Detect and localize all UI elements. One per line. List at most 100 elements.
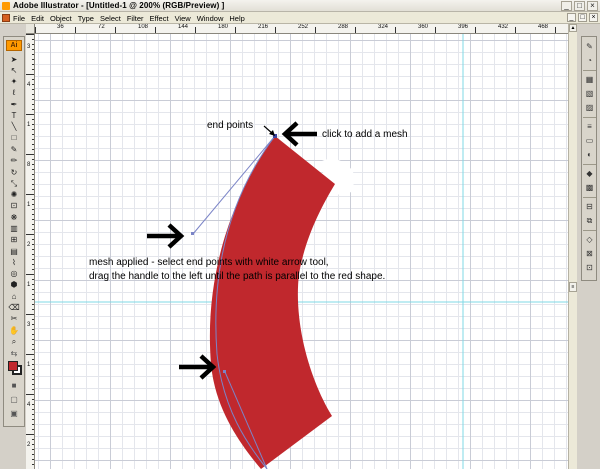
menu-items: File Edit Object Type Select Filter Effe…: [13, 14, 245, 23]
menu-edit[interactable]: Edit: [31, 14, 44, 23]
stroke-panel-icon[interactable]: ≡: [583, 121, 596, 133]
gradient-panel-icon[interactable]: ▭: [583, 135, 596, 147]
doc-close-button[interactable]: ×: [589, 13, 598, 22]
arrow-right-icon: [147, 223, 185, 249]
blend-tool-icon[interactable]: ◎: [6, 269, 22, 279]
panel-dock: ✎ ◔ ▦ ▧ ▨ ≡ ▭ ◐ ◆ ▩ ⊟ ⧉ ◇ ⊠ ⊡: [581, 36, 597, 281]
menu-filter[interactable]: Filter: [127, 14, 144, 23]
menu-window[interactable]: Window: [197, 14, 224, 23]
annotation-end-points: end points: [207, 120, 254, 131]
magic-wand-tool-icon[interactable]: ✦: [6, 77, 22, 87]
full-screen-mode-icon[interactable]: ▣: [6, 409, 22, 419]
artboard-canvas[interactable]: end points click to add a mesh mesh appl…: [35, 34, 568, 469]
mesh-tool-icon[interactable]: ⊞: [6, 235, 22, 245]
ruler-origin[interactable]: [26, 24, 35, 34]
scale-tool-icon[interactable]: ⤡: [6, 179, 22, 189]
hand-tool-icon[interactable]: ✋: [6, 326, 22, 336]
swatches-panel-icon[interactable]: ▩: [583, 182, 596, 194]
menu-file[interactable]: File: [13, 14, 25, 23]
ruler-label: 252: [298, 24, 309, 30]
ai-logo: Ai: [6, 40, 22, 51]
menu-help[interactable]: Help: [229, 14, 244, 23]
type-tool-icon[interactable]: T: [6, 111, 22, 121]
color-mode-icon[interactable]: ■: [6, 381, 22, 391]
menu-object[interactable]: Object: [50, 14, 72, 23]
zoom-tool-icon[interactable]: ⌕: [6, 337, 22, 347]
ruler-label: 360: [418, 24, 429, 30]
handle-point-top[interactable]: [191, 232, 194, 235]
annotation-instruction-2: drag the handle to the left until the pa…: [89, 271, 386, 282]
menu-select[interactable]: Select: [100, 14, 121, 23]
menu-type[interactable]: Type: [78, 14, 94, 23]
ruler-label: 180: [218, 24, 229, 30]
color-panel-icon[interactable]: ◆: [583, 168, 596, 180]
pathfinder-panel-icon[interactable]: ⧉: [583, 215, 596, 227]
scroll-up-arrow-icon[interactable]: ▲: [569, 24, 577, 32]
menu-view[interactable]: View: [175, 14, 191, 23]
paintbrush-tool-icon[interactable]: ✎: [6, 145, 22, 155]
ruler-label: 396: [458, 24, 469, 30]
symbol-sprayer-tool-icon[interactable]: ❋: [6, 213, 22, 223]
gradient-tool-icon[interactable]: ▤: [6, 247, 22, 257]
warp-tool-icon[interactable]: ✺: [6, 190, 22, 200]
illustrator-app-icon: [2, 2, 10, 10]
symbols-panel-icon[interactable]: ◔: [583, 55, 596, 67]
paragraph-panel-icon[interactable]: ⊡: [583, 262, 596, 274]
eyedropper-tool-icon[interactable]: ⌇: [6, 258, 22, 268]
graphic-styles-panel-icon[interactable]: ▧: [583, 88, 596, 100]
doc-minimize-button[interactable]: _: [567, 13, 576, 22]
menu-effect[interactable]: Effect: [150, 14, 169, 23]
window-controls: _ □ ×: [561, 1, 598, 11]
ruler-label: 8: [27, 162, 31, 168]
pen-tool-icon[interactable]: ✒: [6, 100, 22, 110]
ruler-label: 72: [98, 24, 105, 30]
annotation-instruction-1: mesh applied - select end points with wh…: [89, 257, 329, 268]
screen-mode-icon[interactable]: ▢: [6, 395, 22, 405]
vertical-scrollbar[interactable]: ▲ ≡: [568, 24, 577, 469]
brushes-panel-icon[interactable]: ✎: [583, 41, 596, 53]
character-panel-icon[interactable]: ⊠: [583, 248, 596, 260]
document-icon[interactable]: [2, 14, 10, 22]
appearance-panel-icon[interactable]: ▦: [583, 74, 596, 86]
graph-tool-icon[interactable]: ▥: [6, 224, 22, 234]
free-transform-tool-icon[interactable]: ⊡: [6, 201, 22, 211]
align-panel-icon[interactable]: ⊟: [583, 201, 596, 213]
slice-tool-icon[interactable]: ⌂: [6, 292, 22, 302]
ruler-label: 324: [378, 24, 389, 30]
dock-separator: [583, 117, 596, 118]
doc-restore-button[interactable]: □: [578, 13, 587, 22]
direct-selection-tool-icon[interactable]: ↖: [6, 66, 22, 76]
scissors-tool-icon[interactable]: ✂: [6, 314, 22, 324]
ruler-label: 1: [27, 282, 31, 288]
vertical-ruler[interactable]: 3 4 1 8 1 2 1 3 1 4 2: [26, 34, 35, 469]
ruler-label: 4: [27, 402, 31, 408]
illustrator-window: Adobe Illustrator - [Untitled-1 @ 200% (…: [0, 0, 600, 469]
rectangle-tool-icon[interactable]: □: [6, 133, 22, 143]
dock-separator: [583, 70, 596, 71]
eraser-tool-icon[interactable]: ⌫: [6, 303, 22, 313]
line-tool-icon[interactable]: ╲: [6, 122, 22, 132]
transform-panel-icon[interactable]: ◇: [583, 234, 596, 246]
pencil-tool-icon[interactable]: ✏: [6, 156, 22, 166]
fill-swatch[interactable]: [8, 361, 18, 371]
ruler-label: 432: [498, 24, 509, 30]
layers-panel-icon[interactable]: ▨: [583, 102, 596, 114]
transparency-panel-icon[interactable]: ◐: [583, 149, 596, 161]
lasso-tool-icon[interactable]: ℓ: [6, 88, 22, 98]
selection-tool-icon[interactable]: ➤: [6, 55, 22, 65]
close-button[interactable]: ×: [587, 1, 598, 11]
document-controls: _ □ ×: [567, 13, 598, 22]
rotate-tool-icon[interactable]: ↻: [6, 168, 22, 178]
artwork: [35, 34, 568, 469]
ruler-label: 1: [27, 122, 31, 128]
horizontal-ruler[interactable]: 36 72 108 144 180 216 252 288 324 360 39…: [35, 24, 568, 34]
maximize-button[interactable]: □: [574, 1, 585, 11]
menu-bar: File Edit Object Type Select Filter Effe…: [0, 12, 600, 24]
dock-separator: [583, 164, 596, 165]
swap-colors-icon[interactable]: ⇆: [6, 349, 22, 359]
live-paint-tool-icon[interactable]: ⬢: [6, 280, 22, 290]
minimize-button[interactable]: _: [561, 1, 572, 11]
ruler-label: 144: [178, 24, 189, 30]
scroll-thumb[interactable]: ≡: [569, 282, 577, 292]
handle-point-bottom[interactable]: [223, 370, 226, 373]
